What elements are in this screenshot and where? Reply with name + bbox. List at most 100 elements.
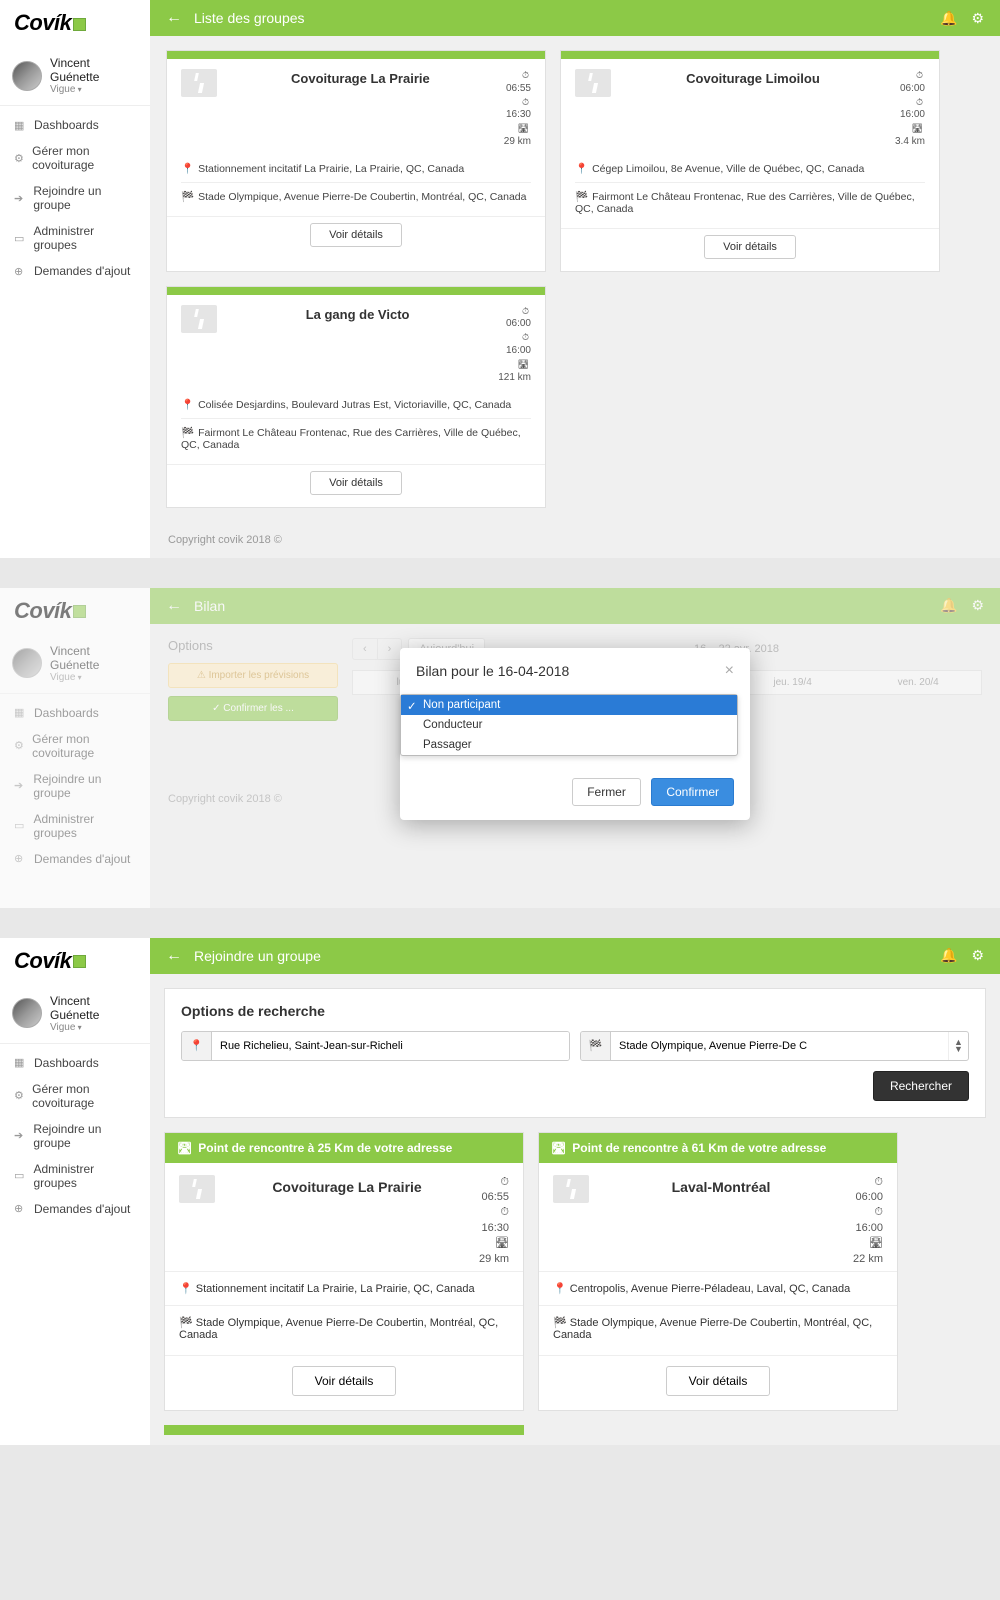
nav-manage[interactable]: ⚙Gérer mon covoiturage [0,1076,150,1116]
nav-admin[interactable]: ▭Administrer groupes [0,218,150,258]
settings-icon[interactable]: ⚙ [971,947,984,964]
flag-icon: 🏁 [181,191,194,203]
result-card: 🛣Point de rencontre à 25 Km de votre adr… [164,1132,524,1411]
flag-icon: 🏁 [179,1317,193,1329]
avatar [12,998,42,1028]
clock-icon: ⏱ [853,1205,883,1220]
window-icon: ▭ [14,1169,25,1182]
nav-join[interactable]: ➔Rejoindre un groupe [0,178,150,218]
result-card-header: 🛣Point de rencontre à 61 Km de votre adr… [539,1133,897,1163]
close-icon[interactable]: × [725,662,734,680]
user-name: Vincent Guénette [50,56,138,84]
clock-icon: ⏱ [498,331,529,344]
brand-logo: Covík [0,0,150,46]
group-title: Covoiturage La Prairie [229,69,492,149]
road-icon [181,69,217,97]
option-non-participant[interactable]: Non participant [401,695,737,715]
back-icon[interactable]: ← [166,9,182,27]
destination-input[interactable] [611,1032,948,1060]
group-title: La gang de Victo [229,305,486,385]
nav-requests: ⊕Demandes d'ajout [0,846,150,872]
nav-dashboards[interactable]: ▦Dashboards [0,112,150,138]
road-small-icon: 🛣 [177,1141,192,1155]
nav-dashboards: ▦Dashboards [0,700,150,726]
origin-input[interactable] [212,1032,569,1060]
clock-icon: ⏱ [498,305,529,318]
settings-icon: ⚙ [971,597,984,614]
user-block[interactable]: Vincent Guénette Vigue [0,984,150,1043]
close-button[interactable]: Fermer [572,778,641,806]
road-small-icon: 🛣 [498,358,529,371]
pin-icon: 📍 [553,1283,567,1295]
window-icon: ▭ [14,232,25,245]
nav-requests[interactable]: ⊕Demandes d'ajout [0,258,150,284]
pin-icon: 📍 [575,163,588,175]
clock-icon: ⏱ [479,1175,509,1190]
plus-circle-icon: ⊕ [14,1202,26,1215]
avatar [12,61,42,91]
plus-circle-icon: ⊕ [14,265,26,278]
search-heading: Options de recherche [181,1003,969,1019]
road-small-icon: 🛣 [853,1236,883,1251]
calendar-nav: ‹ › [352,638,402,660]
back-icon[interactable]: ← [166,947,182,965]
nav-manage[interactable]: ⚙Gérer mon covoiturage [0,138,150,178]
bell-icon[interactable]: 🔔 [940,10,957,27]
select-arrows-icon[interactable]: ▲▼ [948,1032,968,1060]
nav-admin: ▭Administrer groupes [0,806,150,846]
import-forecast-button: ⚠ Importer les prévisions [168,663,338,688]
clock-icon: ⏱ [853,1175,883,1190]
settings-icon[interactable]: ⚙ [971,10,984,27]
clock-icon: ⏱ [895,69,923,82]
bilan-modal: Bilan pour le 16-04-2018 × ▲▼ Non partic… [400,648,750,820]
search-button[interactable]: Rechercher [873,1071,969,1101]
option-conducteur[interactable]: Conducteur [401,715,737,735]
brand-logo: Covík [0,938,150,984]
nav-requests[interactable]: ⊕Demandes d'ajout [0,1196,150,1222]
pin-icon: 📍 [182,1032,212,1060]
pin-icon: 📍 [181,399,194,411]
prev-icon: ‹ [353,639,378,659]
nav-admin[interactable]: ▭Administrer groupes [0,1156,150,1196]
details-button[interactable]: Voir détails [310,471,402,495]
nav-join[interactable]: ➔Rejoindre un groupe [0,1116,150,1156]
pin-icon: 📍 [181,163,194,175]
details-button[interactable]: Voir détails [704,235,796,259]
gear-icon: ⚙ [14,152,24,165]
flag-icon: 🏁 [553,1317,567,1329]
pin-icon: 📍 [179,1283,193,1295]
toolbar: ← Rejoindre un groupe 🔔 ⚙ [150,938,1000,974]
role-dropdown: Non participant Conducteur Passager [400,694,738,756]
user-name: Vincent Guénette [50,994,138,1022]
confirm-button[interactable]: Confirmer [651,778,734,806]
sidebar-nav: ▦Dashboards ⚙Gérer mon covoiturage ➔Rejo… [0,105,150,290]
flag-icon: 🏁 [181,427,194,439]
road-small-icon: 🛣 [479,1236,509,1251]
details-button[interactable]: Voir détails [292,1366,397,1396]
result-card-stripe [164,1425,524,1435]
toolbar: ← Liste des groupes 🔔 ⚙ [150,0,1000,36]
bell-icon: 🔔 [940,597,957,614]
road-icon [181,305,217,333]
user-sub[interactable]: Vigue [50,84,138,95]
bell-icon[interactable]: 🔔 [940,947,957,964]
back-icon: ← [166,597,182,615]
clock-icon: ⏱ [504,96,529,109]
result-card: 🛣Point de rencontre à 61 Km de votre adr… [538,1132,898,1411]
details-button[interactable]: Voir détails [666,1366,771,1396]
group-title: Laval-Montréal [601,1175,841,1267]
options-heading: Options [168,638,338,653]
group-card: La gang de Victo ⏱06:00 ⏱16:00 🛣 121 km … [166,286,546,508]
nav-dashboards[interactable]: ▦Dashboards [0,1050,150,1076]
option-passager[interactable]: Passager [401,735,737,755]
details-button[interactable]: Voir détails [310,223,402,247]
nav-join: ➔Rejoindre un groupe [0,766,150,806]
road-small-icon: 🛣 [504,122,529,135]
brand-square-icon [73,18,86,31]
user-block[interactable]: Vincent Guénette Vigue [0,46,150,105]
group-card: Covoiturage Limoilou ⏱06:00 ⏱16:00 🛣 3.4… [560,50,940,272]
road-icon [179,1175,215,1203]
flag-icon: 🏁 [581,1032,611,1060]
nav-manage: ⚙Gérer mon covoiturage [0,726,150,766]
user-sub[interactable]: Vigue [50,1022,138,1033]
